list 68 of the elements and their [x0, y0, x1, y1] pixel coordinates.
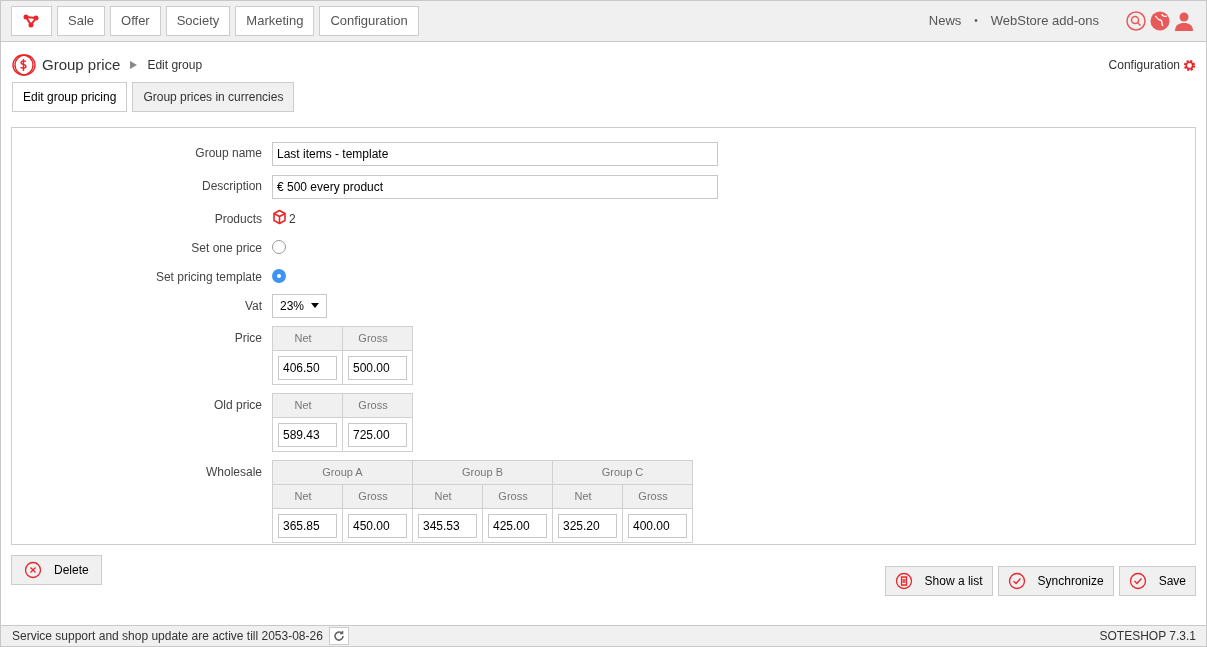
price-input[interactable]: 589.43: [278, 422, 337, 447]
price-input[interactable]: 406.50: [278, 355, 337, 380]
column-header: Group C: [552, 460, 693, 484]
field-label: Group name: [194, 144, 262, 162]
product-count: 2: [289, 210, 296, 228]
nav-button[interactable]: Sale: [57, 5, 106, 36]
nav-button[interactable]: Society: [165, 5, 231, 36]
refresh-button[interactable]: [328, 627, 349, 646]
price-input[interactable]: 365.85: [278, 513, 337, 538]
version-label: SOTESHOP 7.3.1: [1099, 628, 1196, 646]
text-input[interactable]: Last items - template: [272, 141, 718, 166]
breadcrumb-arrow-icon: [130, 61, 138, 70]
column-header: Gross: [342, 393, 413, 417]
column-header: Group B: [412, 460, 553, 484]
field-label: Description: [200, 177, 262, 195]
price-input[interactable]: 500.00: [348, 355, 407, 380]
column-header: Net: [272, 326, 343, 350]
tab[interactable]: Group prices in currencies: [132, 81, 295, 112]
price-input[interactable]: 325.20: [558, 513, 617, 538]
logo-icon: [22, 12, 41, 29]
price-input[interactable]: 725.00: [348, 422, 407, 447]
field-label: Set one price: [190, 239, 262, 257]
action-button[interactable]: Synchronize: [997, 565, 1114, 596]
delete-button[interactable]: Delete: [11, 554, 102, 585]
check-circle-icon: [1007, 571, 1026, 590]
action-button[interactable]: Save: [1118, 565, 1196, 596]
action-button[interactable]: Show a list: [884, 565, 993, 596]
text-input[interactable]: € 500 every product: [272, 174, 718, 199]
close-circle-icon: [24, 560, 42, 579]
search-icon[interactable]: [1126, 10, 1146, 31]
logo-button[interactable]: [11, 5, 52, 36]
column-header: Gross: [342, 326, 413, 350]
document-circle-icon: [894, 571, 913, 590]
top-link[interactable]: News: [928, 11, 962, 31]
radio-button[interactable]: [272, 268, 286, 283]
user-icon[interactable]: [1174, 10, 1194, 31]
radio-button[interactable]: [272, 239, 286, 254]
configuration-link[interactable]: Configuration: [1108, 56, 1180, 75]
refresh-icon: [332, 630, 345, 643]
price-input[interactable]: 400.00: [628, 513, 687, 538]
field-label: Wholesale: [204, 463, 262, 481]
settings-icon[interactable]: [1183, 58, 1196, 72]
field-label: Set pricing template: [154, 268, 262, 286]
field-label: Products: [213, 210, 262, 228]
field-label: Vat: [243, 297, 262, 315]
breadcrumb-current: Edit group: [147, 57, 203, 75]
nav-button[interactable]: Configuration: [319, 5, 419, 36]
status-message: Service support and shop update are active till 2053-08-26: [12, 628, 323, 646]
page-title: Group price: [42, 54, 121, 75]
cube-icon[interactable]: [272, 208, 287, 225]
field-label: Old price: [212, 396, 262, 414]
nav-button[interactable]: Marketing: [235, 5, 315, 36]
dollar-coin-icon: [12, 53, 36, 78]
check-circle-icon: [1128, 571, 1147, 590]
top-link[interactable]: WebStore add-ons: [990, 11, 1099, 31]
nav-button[interactable]: Offer: [110, 5, 161, 36]
field-label: Price: [233, 329, 262, 347]
price-input[interactable]: 425.00: [488, 513, 547, 538]
price-input[interactable]: 450.00: [348, 513, 407, 538]
separator: •: [974, 14, 978, 29]
globe-icon[interactable]: [1150, 10, 1170, 31]
vat-select[interactable]: 23%: [272, 293, 328, 318]
column-header: Net: [272, 393, 343, 417]
price-input[interactable]: 345.53: [418, 513, 477, 538]
column-header: Net: [272, 484, 343, 508]
caret-icon: [311, 303, 320, 308]
column-header: Group A: [272, 460, 413, 484]
tab[interactable]: Edit group pricing: [12, 81, 128, 112]
